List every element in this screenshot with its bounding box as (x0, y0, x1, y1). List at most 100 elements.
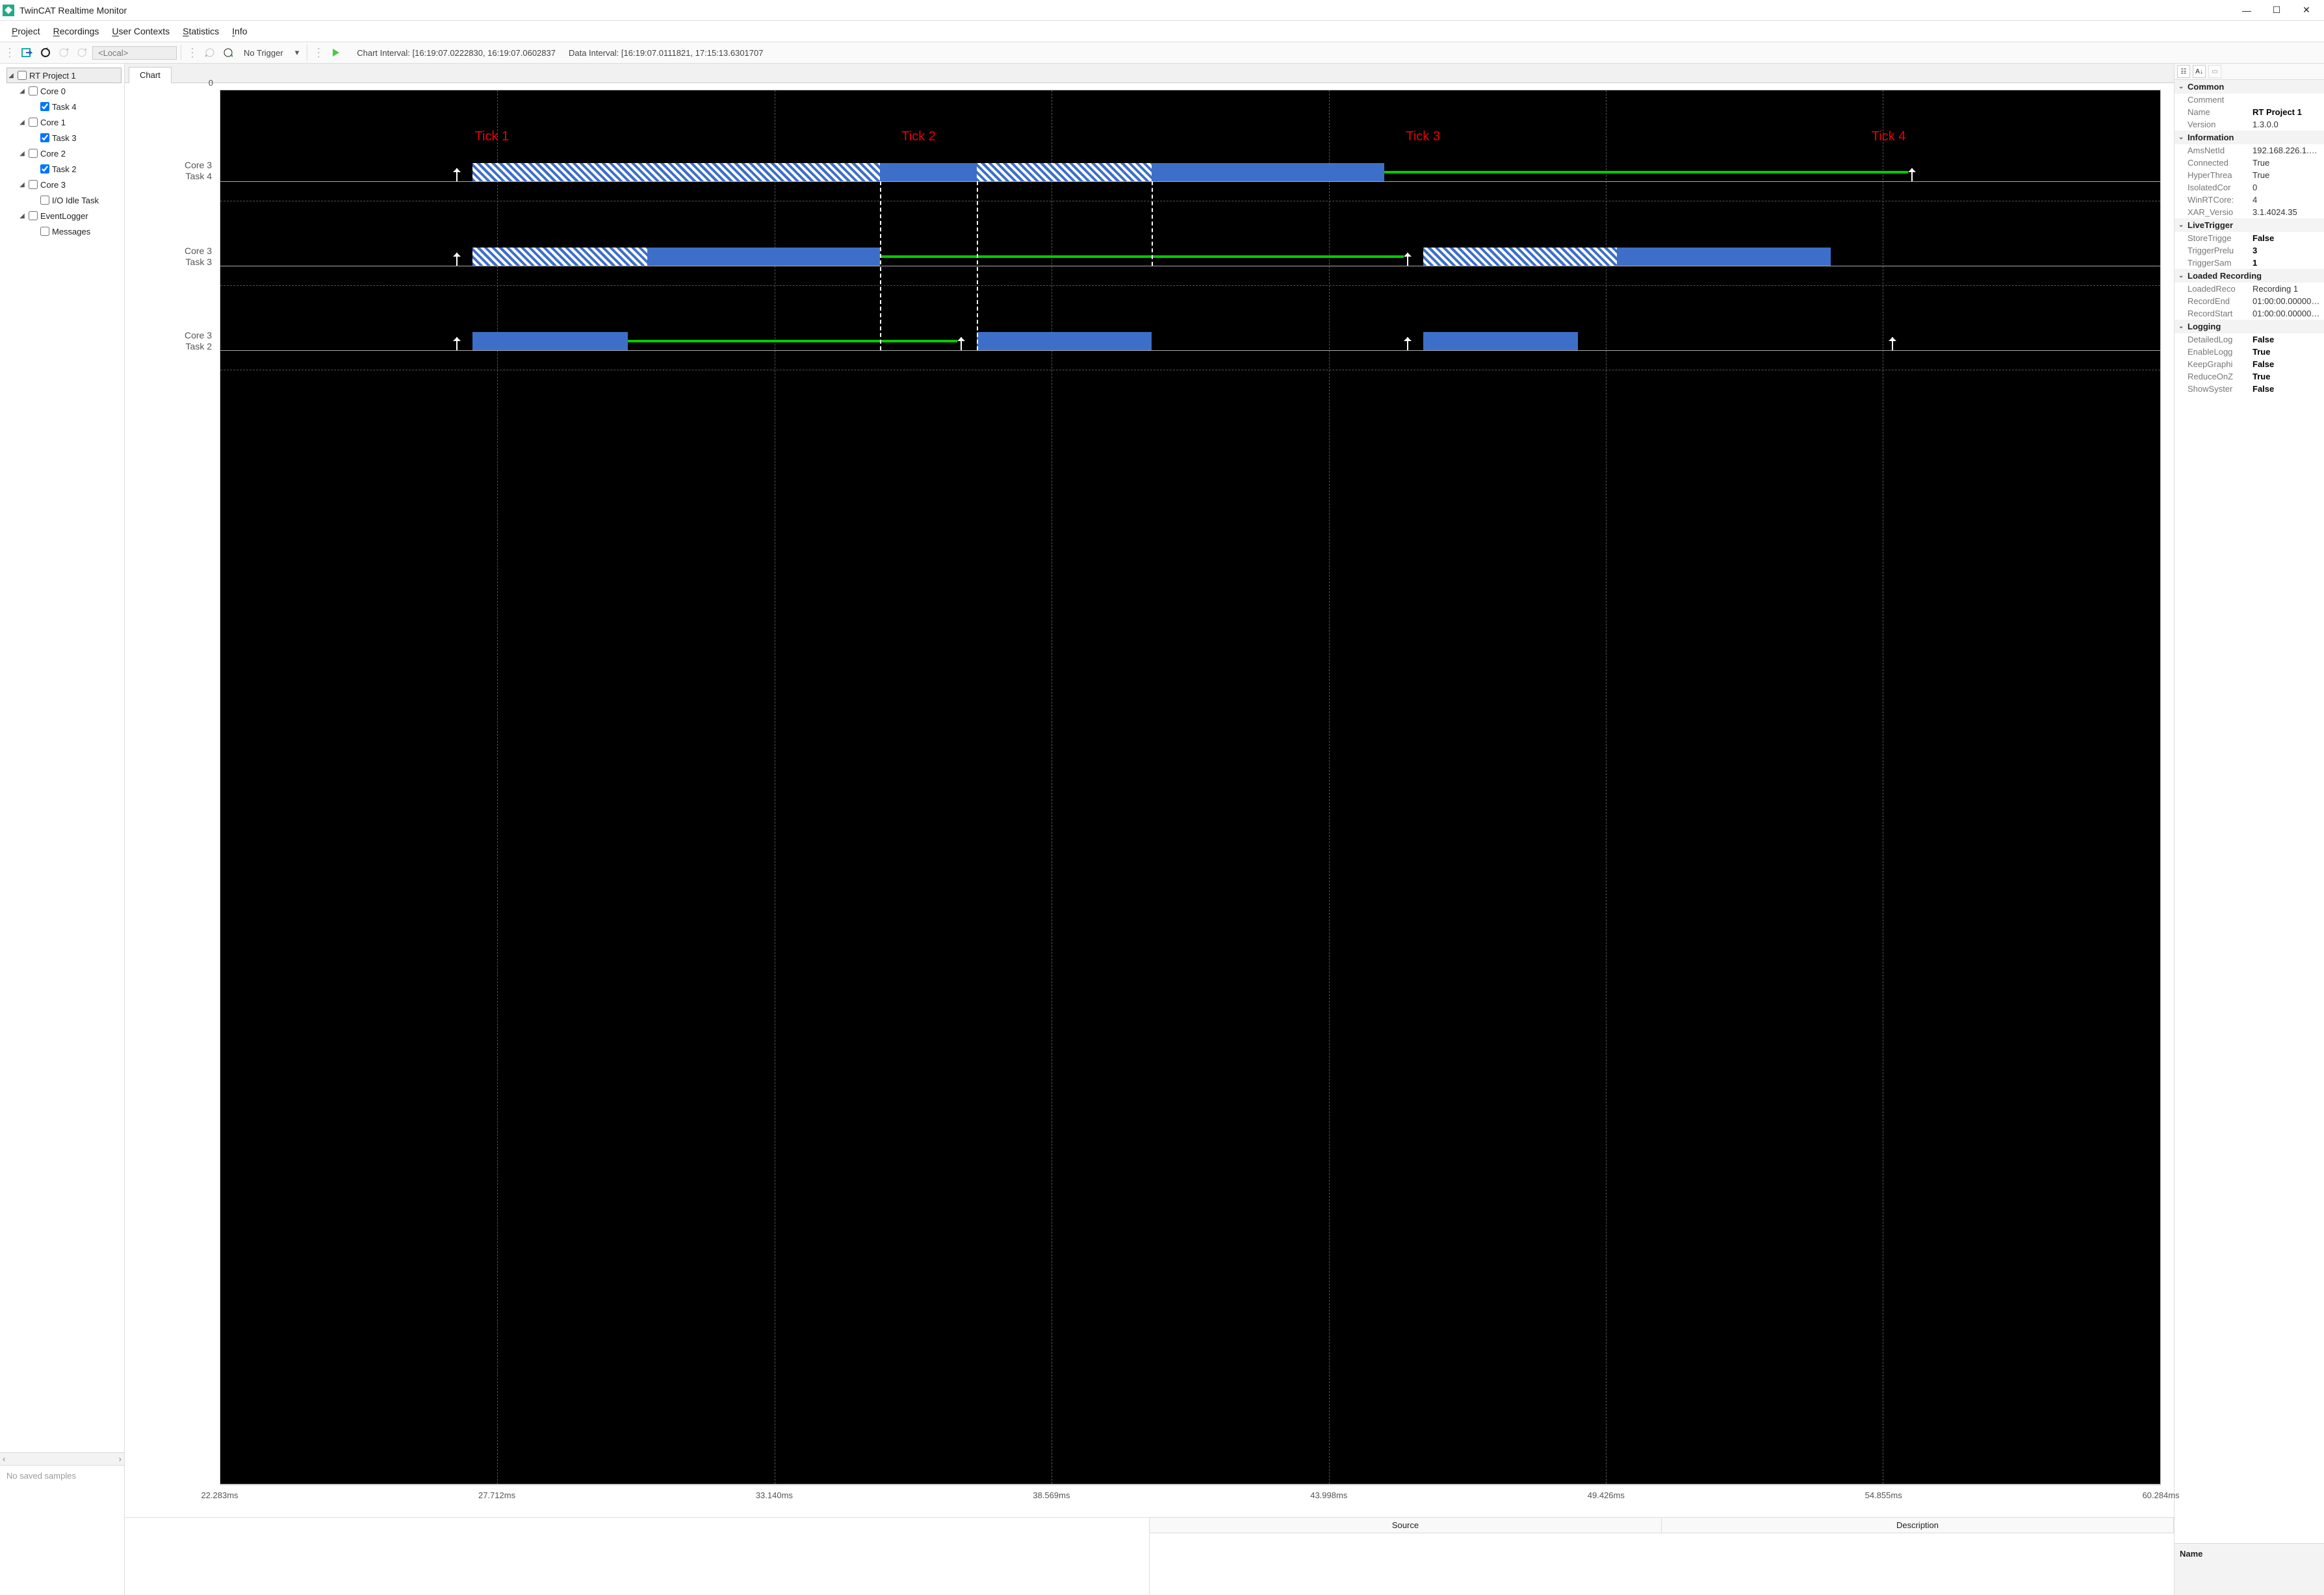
tree-eventlogger-check[interactable] (29, 211, 38, 220)
tree-task4[interactable]: Task 4 (6, 99, 122, 114)
tree-core1[interactable]: ◢Core 1 (6, 114, 122, 130)
tree-core0[interactable]: ◢Core 0 (6, 83, 122, 99)
menubar: Project Recordings User Contexts Statist… (0, 21, 2324, 42)
prop-row[interactable]: XAR_Versio3.1.4024.35 (2175, 206, 2324, 218)
bottom-left-panel (125, 1518, 1150, 1595)
tree-core1-check[interactable] (29, 118, 38, 127)
prop-row[interactable]: ConnectedTrue (2175, 157, 2324, 169)
prop-row[interactable]: RecordEnd01:00:00.0000000 (2175, 295, 2324, 307)
record-stop-icon[interactable] (74, 45, 90, 60)
minimize-button[interactable]: — (2232, 1, 2262, 20)
prop-group-information[interactable]: ⌄Information (2175, 131, 2324, 144)
log-col-source[interactable]: Source (1150, 1518, 1662, 1533)
prop-row[interactable]: Comment (2175, 94, 2324, 106)
record-start-icon[interactable] (56, 45, 71, 60)
chart-interval-text: Chart Interval: [16:19:07.0222830, 16:19… (357, 48, 556, 58)
tab-chart[interactable]: Chart (129, 67, 172, 83)
target-dropdown[interactable]: <Local> (92, 46, 177, 60)
prop-row[interactable]: RecordStart01:00:00.0000000 (2175, 307, 2324, 320)
task2-run2 (977, 332, 1152, 350)
prop-row[interactable]: ReduceOnZTrue (2175, 370, 2324, 383)
prop-pages-icon[interactable]: ▭ (2208, 65, 2221, 78)
app-icon (3, 5, 14, 16)
tree-task3[interactable]: Task 3 (6, 130, 122, 146)
prop-row[interactable]: ShowSysterFalse (2175, 383, 2324, 395)
x-axis: 22.283ms 27.712ms 33.140ms 38.569ms 43.9… (220, 1485, 2161, 1517)
prop-categorized-icon[interactable]: ☷ (2177, 65, 2190, 78)
tree-messages-check[interactable] (40, 227, 49, 236)
trigger-dropdown[interactable]: ▾ (291, 47, 303, 58)
tree-ioidle-check[interactable] (40, 196, 49, 205)
menu-info[interactable]: Info (226, 23, 253, 39)
play-icon[interactable] (328, 45, 344, 60)
tree-core3-check[interactable] (29, 180, 38, 189)
prop-row[interactable]: Version1.3.0.0 (2175, 118, 2324, 131)
trigger-prev-icon[interactable] (202, 45, 218, 60)
maximize-button[interactable]: ☐ (2262, 1, 2292, 20)
tree-task2-check[interactable] (40, 164, 49, 173)
tree-root[interactable]: ◢RT Project 1 (6, 68, 122, 83)
tree-eventlogger[interactable]: ◢EventLogger (6, 208, 122, 223)
toolbar: ⋮ <Local> ⋮ No Trigger ▾ ⋮ Chart Interva… (0, 42, 2324, 64)
prop-row[interactable]: StoreTriggeFalse (2175, 232, 2324, 244)
tree-core3[interactable]: ◢Core 3 (6, 177, 122, 192)
toolbar-grip-2: ⋮ (185, 46, 200, 60)
prop-row[interactable]: DetailedLogFalse (2175, 333, 2324, 346)
trigger-label: No Trigger (239, 48, 289, 58)
prop-row[interactable]: LoadedRecoRecording 1 (2175, 283, 2324, 295)
y-zero-label: 0 (209, 78, 213, 88)
prop-row[interactable]: AmsNetId192.168.226.1.1.1 (2175, 144, 2324, 157)
task2-idle (628, 340, 957, 342)
menu-statistics[interactable]: Statistics (176, 23, 226, 39)
titlebar: TwinCAT Realtime Monitor — ☐ ✕ (0, 0, 2324, 21)
prop-group-logging[interactable]: ⌄Logging (2175, 320, 2324, 333)
menu-recordings[interactable]: Recordings (47, 23, 106, 39)
chart-panel: Chart Core 3Task 4 Core 3Task 3 Core 3Ta… (125, 64, 2175, 1595)
tree-core2-check[interactable] (29, 149, 38, 158)
prop-row[interactable]: HyperThreaTrue (2175, 169, 2324, 181)
tree-root-check[interactable] (18, 71, 27, 80)
refresh-icon[interactable] (38, 45, 53, 60)
task4-idle (1384, 171, 1908, 173)
prop-row[interactable]: TriggerSam1 (2175, 257, 2324, 269)
log-col-description[interactable]: Description (1662, 1518, 2174, 1533)
prop-row[interactable]: TriggerPrelu3 (2175, 244, 2324, 257)
tree-messages[interactable]: Messages (6, 223, 122, 239)
chart-plot[interactable]: 0 Tick 1 (216, 83, 2174, 1517)
annot-tick1: Tick 1 (475, 129, 510, 144)
prop-sort-icon[interactable]: A↓ (2193, 65, 2206, 78)
prop-selected-name: Name (2180, 1549, 2319, 1559)
prop-group-common[interactable]: ⌄Common (2175, 80, 2324, 94)
menu-user-contexts[interactable]: User Contexts (105, 23, 176, 39)
tree-core2[interactable]: ◢Core 2 (6, 146, 122, 161)
tree-hscroll[interactable]: ‹› (0, 1452, 124, 1465)
tree-task4-check[interactable] (40, 102, 49, 111)
task4-run1 (880, 163, 977, 181)
properties-panel: ☷ A↓ ▭ ⌄CommonCommentNameRT Project 1Ver… (2175, 64, 2324, 1595)
data-interval-text: Data Interval: [16:19:07.0111821, 17:15:… (569, 48, 763, 58)
task2-run3 (1423, 332, 1579, 350)
tree-task2[interactable]: Task 2 (6, 161, 122, 177)
tree-ioidle[interactable]: I/O Idle Task (6, 192, 122, 208)
chart-ylabels: Core 3Task 4 Core 3Task 3 Core 3Task 2 (125, 83, 216, 1517)
task3-wait1 (472, 248, 647, 266)
prop-row[interactable]: NameRT Project 1 (2175, 106, 2324, 118)
prop-group-loaded[interactable]: ⌄Loaded Recording (2175, 269, 2324, 283)
trigger-next-icon[interactable] (220, 45, 236, 60)
annot-tick2: Tick 2 (901, 129, 936, 144)
prop-group-livetrigger[interactable]: ⌄LiveTrigger (2175, 218, 2324, 232)
close-button[interactable]: ✕ (2292, 1, 2321, 20)
plot-area[interactable]: Tick 1 Tick 2 Tick 3 Tick 4 (220, 90, 2161, 1485)
task3-wait2 (1423, 248, 1618, 266)
prop-row[interactable]: EnableLoggTrue (2175, 346, 2324, 358)
task4-run2 (1152, 163, 1384, 181)
menu-project[interactable]: Project (5, 23, 47, 39)
connect-icon[interactable] (19, 45, 35, 60)
tree-task3-check[interactable] (40, 133, 49, 142)
prop-row[interactable]: IsolatedCor0 (2175, 181, 2324, 194)
toolbar-grip: ⋮ (3, 46, 17, 60)
prop-row[interactable]: WinRTCore:4 (2175, 194, 2324, 206)
tree-core0-check[interactable] (29, 86, 38, 96)
prop-row[interactable]: KeepGraphiFalse (2175, 358, 2324, 370)
toolbar-grip-3: ⋮ (311, 46, 326, 60)
